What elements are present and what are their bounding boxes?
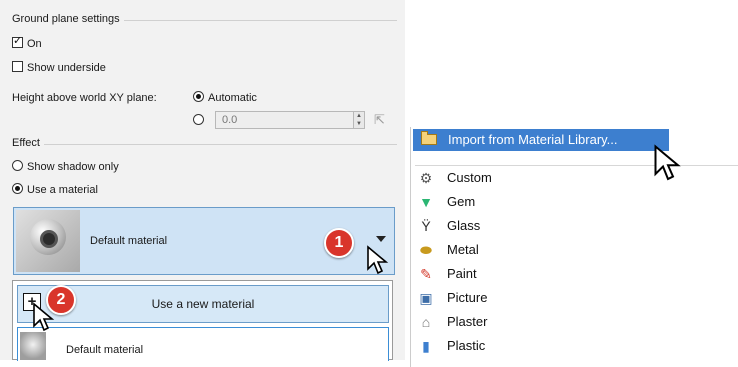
menu-item-plastic[interactable]: ▮ Plastic (411, 335, 738, 359)
import-from-library-item[interactable]: Import from Material Library... (413, 129, 669, 151)
check-icon: ✓ (13, 35, 23, 47)
menu-item-label: Paint (447, 266, 477, 281)
use-material-radio[interactable]: Use a material (12, 183, 98, 197)
gem-icon: ▼ (419, 194, 433, 210)
menu-item-label: Glass (447, 218, 481, 233)
effect-section: Effect (12, 137, 397, 151)
radio-button[interactable] (193, 114, 204, 125)
section-title: Ground plane settings (12, 13, 124, 25)
section-divider (12, 144, 397, 145)
menu-item-label: Picture (447, 290, 488, 305)
material-name: Default material (90, 235, 168, 247)
menu-item-label: Plastic (447, 338, 486, 353)
custom-icon: ⚙ (419, 170, 433, 186)
checkbox-box[interactable]: ✓ (12, 35, 23, 48)
paint-icon: ✎ (420, 266, 432, 282)
pick-point-icon[interactable]: ⇱ (374, 112, 385, 128)
plastic-icon: ▮ (422, 338, 430, 354)
menu-item-picture[interactable]: ▣ Picture (411, 287, 738, 311)
on-checkbox[interactable]: ✓ On (12, 35, 42, 51)
menu-item-custom[interactable]: ⚙ Custom (411, 167, 738, 191)
menu-item-label: Gem (447, 194, 476, 209)
menu-header: Import from Material Library... (411, 127, 671, 155)
menu-item-metal[interactable]: ⬬ Metal (411, 239, 738, 263)
preview-eye (40, 230, 58, 248)
custom-height-radio[interactable] (193, 114, 208, 128)
metal-icon: ⬬ (420, 242, 432, 258)
mouse-cursor-icon (367, 245, 389, 275)
default-material-label: Default material (66, 344, 144, 356)
menu-item-label: Metal (447, 242, 479, 257)
height-value: 0.0 (222, 114, 238, 126)
automatic-label: Automatic (208, 92, 257, 104)
radio-button[interactable] (193, 91, 204, 102)
menu-item-gem[interactable]: ▼ Gem (411, 191, 738, 215)
shadow-only-radio[interactable]: Show shadow only (12, 160, 119, 174)
radio-button[interactable] (12, 160, 23, 171)
shadow-only-label: Show shadow only (27, 161, 119, 173)
mouse-cursor-icon (33, 302, 55, 332)
section-title: Effect (12, 137, 44, 149)
use-material-label: Use a material (27, 184, 98, 196)
material-context-menu: Import from Material Library... ⚙ Custom… (410, 127, 738, 367)
menu-separator (415, 165, 738, 166)
menu-item-label: Plaster (447, 314, 488, 329)
automatic-radio[interactable]: Automatic (193, 91, 257, 105)
menu-item-plaster[interactable]: ⌂ Plaster (411, 311, 738, 335)
menu-item-paint[interactable]: ✎ Paint (411, 263, 738, 287)
height-spinner[interactable]: ▲ ▼ (353, 111, 365, 129)
height-label: Height above world XY plane: (12, 92, 157, 104)
dropdown-arrow-icon[interactable] (376, 236, 386, 242)
checkbox-box[interactable] (12, 61, 23, 72)
default-material-option[interactable]: Default material (17, 327, 389, 361)
callout-badge-1: 1 (324, 228, 354, 258)
on-label: On (27, 38, 42, 50)
mouse-cursor-icon (654, 144, 681, 181)
material-preview-thumbnail (16, 210, 80, 272)
menu-item-label: Custom (447, 170, 492, 185)
folder-open-icon (421, 131, 437, 145)
height-value-field[interactable]: 0.0 (215, 111, 365, 129)
picture-icon: ▣ (419, 290, 433, 306)
ground-plane-section: Ground plane settings (12, 13, 397, 27)
show-underside-label: Show underside (27, 62, 106, 74)
material-thumbnail (20, 332, 46, 360)
import-label: Import from Material Library... (448, 132, 618, 147)
menu-item-glass[interactable]: Ÿ Glass (411, 215, 738, 239)
show-underside-checkbox[interactable]: Show underside (12, 61, 106, 75)
plaster-icon: ⌂ (421, 314, 431, 330)
glass-icon: Ÿ (421, 218, 431, 234)
radio-button[interactable] (12, 183, 23, 194)
